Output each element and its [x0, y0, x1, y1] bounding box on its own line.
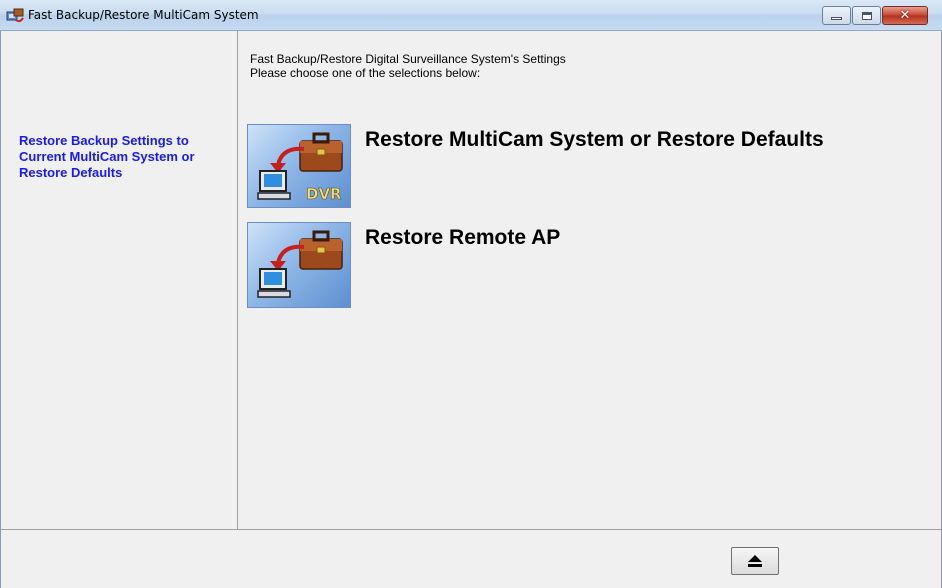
minimize-icon	[831, 17, 842, 20]
window-frame-left	[0, 31, 1, 588]
dvr-badge: DVR	[306, 185, 342, 203]
main-panel: Fast Backup/Restore Digital Surveillance…	[239, 31, 942, 529]
close-button[interactable]: ✕	[882, 6, 928, 25]
restore-multicam-option[interactable]: DVR Restore MultiCam System or Restore D…	[247, 124, 887, 208]
eject-icon	[748, 555, 762, 567]
sidebar-description: Restore Backup Settings to Current Multi…	[19, 133, 195, 180]
maximize-button[interactable]	[852, 6, 881, 25]
briefcase-to-computer-icon[interactable]	[247, 222, 351, 308]
restore-multicam-label[interactable]: Restore MultiCam System or Restore Defau…	[365, 127, 885, 153]
app-icon[interactable]	[6, 7, 24, 25]
sidebar: Restore Backup Settings to Current Multi…	[0, 31, 238, 529]
page-instruction: Please choose one of the selections belo…	[250, 66, 481, 80]
briefcase-to-computer-icon[interactable]: DVR	[247, 124, 351, 208]
footer-divider	[0, 529, 942, 530]
page-title: Fast Backup/Restore Digital Surveillance…	[250, 52, 566, 66]
maximize-icon	[861, 11, 872, 20]
client-area: Restore Backup Settings to Current Multi…	[0, 31, 942, 588]
restore-remote-ap-label[interactable]: Restore Remote AP	[365, 225, 885, 251]
minimize-button[interactable]	[822, 6, 851, 25]
title-bar[interactable]: Fast Backup/Restore MultiCam System ✕	[0, 0, 942, 31]
restore-remote-ap-option[interactable]: Restore Remote AP	[247, 222, 887, 308]
close-icon: ✕	[899, 8, 911, 23]
window-title: Fast Backup/Restore MultiCam System	[28, 8, 259, 22]
app-window: Fast Backup/Restore MultiCam System ✕ Re…	[0, 0, 942, 588]
eject-button[interactable]	[731, 547, 779, 575]
